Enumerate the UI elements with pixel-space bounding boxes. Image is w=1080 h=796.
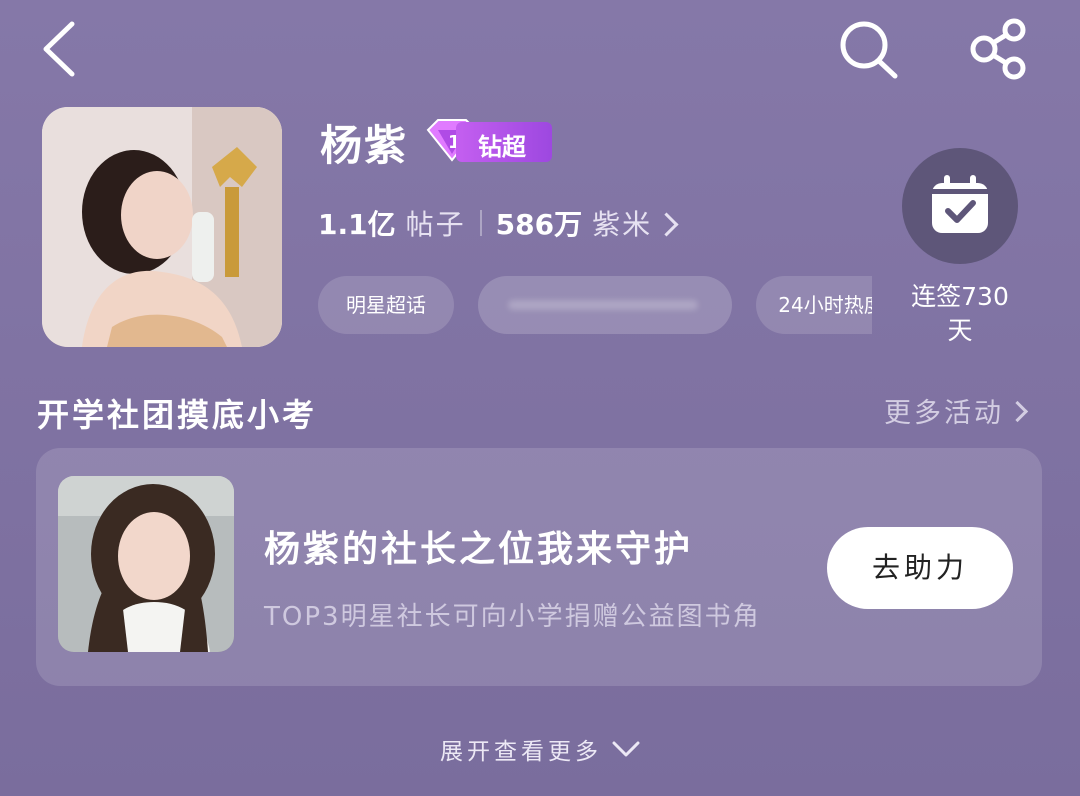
fans-label: 紫米 (592, 208, 653, 241)
share-icon (970, 18, 1026, 80)
stats-row[interactable]: 1.1亿 帖子 586万 紫米 (318, 203, 679, 243)
tag-row: 明星超话 24小时热度 (318, 276, 872, 336)
posts-count: 1.1亿 (318, 208, 396, 241)
profile-avatar[interactable] (42, 107, 282, 347)
stats-divider (479, 210, 482, 236)
more-activities-label: 更多活动 (884, 397, 1004, 429)
calendar-check-icon (932, 175, 988, 233)
thumbnail-image (58, 476, 234, 652)
chevron-left-icon (43, 21, 75, 77)
checkin-streak: 连签730 天 (900, 280, 1020, 348)
star-name: 杨紫 (320, 121, 409, 170)
expand-more[interactable]: 展开查看更多 (0, 732, 1080, 766)
diamond-super-badge[interactable]: 1 钻超 (422, 118, 554, 164)
activity-subtitle: TOP3明星社长可向小学捐赠公益图书角 (264, 602, 761, 632)
share-button[interactable] (966, 18, 1032, 80)
tag-star-topic[interactable]: 明星超话 (318, 276, 454, 334)
section-title: 开学社团摸底小考 (37, 396, 318, 434)
avatar-image (42, 107, 282, 347)
expand-label: 展开查看更多 (440, 739, 602, 765)
posts-label: 帖子 (405, 208, 466, 241)
help-button[interactable]: 去助力 (827, 527, 1013, 609)
chevron-right-icon (654, 211, 679, 237)
chevron-down-icon (612, 741, 640, 757)
chevron-right-icon (1006, 400, 1029, 422)
fans-count: 586万 (495, 208, 583, 241)
search-icon (840, 21, 898, 79)
more-activities-link[interactable]: 更多活动 (884, 393, 1029, 429)
activity-title: 杨紫的社长之位我来守护 (264, 529, 694, 570)
streak-label: 连签730 天 (911, 282, 1009, 345)
tag-blurred[interactable] (478, 276, 732, 334)
tag-24h-heat[interactable]: 24小时热度 (756, 276, 872, 334)
badge-label: 钻超 (478, 133, 526, 161)
activity-thumbnail (58, 476, 234, 652)
blurred-text (508, 300, 698, 310)
search-button[interactable] (836, 18, 900, 80)
back-button[interactable] (36, 18, 86, 80)
